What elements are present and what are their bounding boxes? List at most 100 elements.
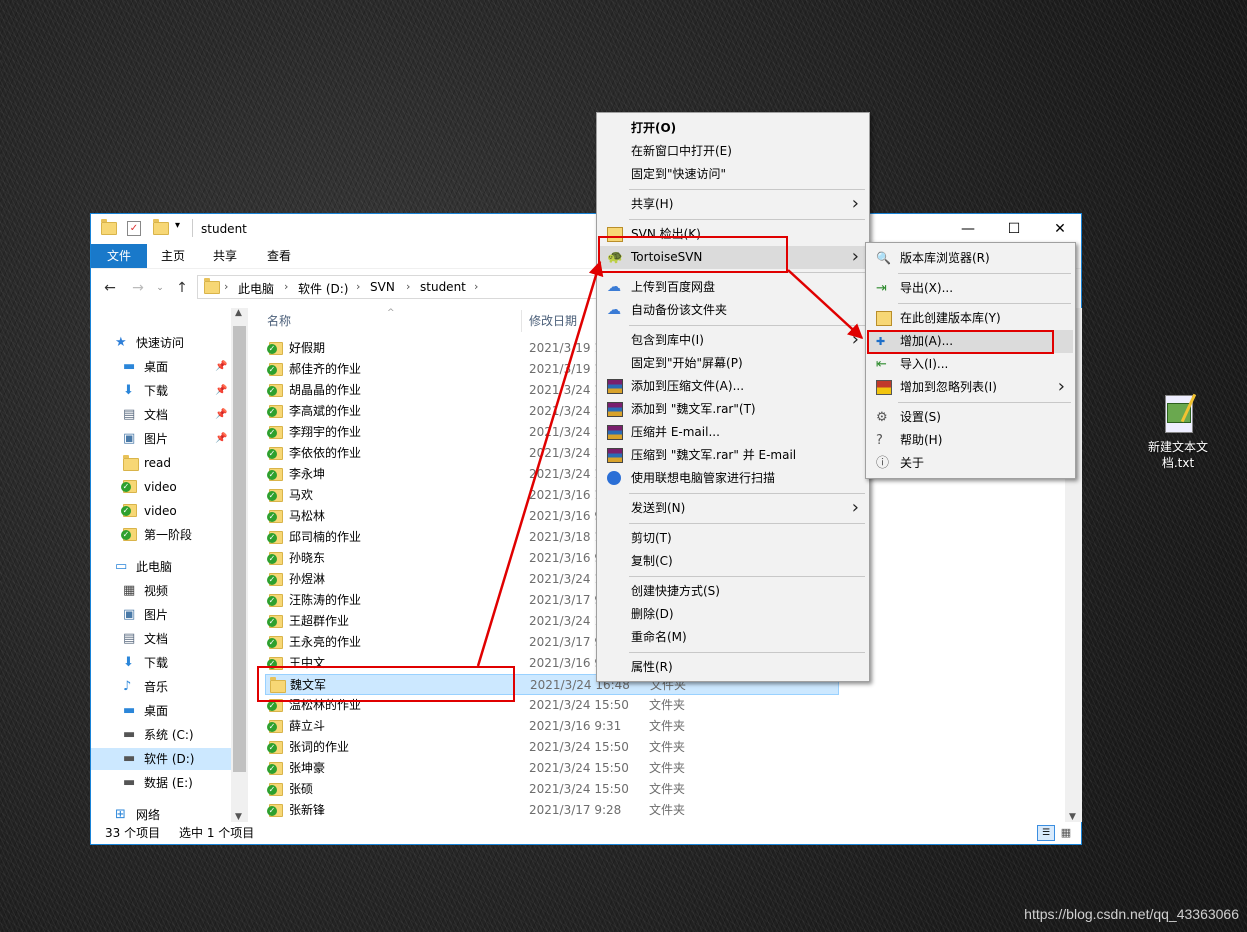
svn-folder-icon (267, 405, 283, 418)
menu-item[interactable]: 删除(D) (599, 603, 867, 626)
scroll-down-icon[interactable]: ▼ (1069, 812, 1076, 822)
menu-item[interactable]: 压缩到 "魏文军.rar" 并 E-mail (599, 444, 867, 467)
file-row[interactable]: 张词的作业 2021/3/24 15:50 文件夹 (265, 737, 839, 758)
menu-item[interactable]: SVN 检出(K)... (599, 223, 867, 246)
column-header-name[interactable]: 名称 (267, 310, 291, 332)
breadcrumb-svn[interactable]: SVN (370, 280, 395, 294)
nav-item[interactable]: ♪ 音乐 (91, 676, 231, 698)
nav-item[interactable]: ▦ 视频 (91, 580, 231, 602)
nav-item[interactable]: ▤ 文档 (91, 628, 231, 650)
nav-item[interactable]: read (91, 452, 231, 474)
scroll-up-icon[interactable]: ▲ (235, 308, 242, 318)
menu-item[interactable]: 打开(O) (599, 117, 867, 140)
nav-item[interactable]: video (91, 500, 231, 522)
menu-item[interactable]: ⓘ 关于 (868, 452, 1073, 475)
menu-item[interactable]: 共享(H) › (599, 193, 867, 216)
menu-item[interactable]: 发送到(N) › (599, 497, 867, 520)
menu-item[interactable]: 🔍 版本库浏览器(R) (868, 247, 1073, 270)
menu-item[interactable]: 属性(R) (599, 656, 867, 679)
menu-item[interactable]: 复制(C) (599, 550, 867, 573)
minimize-button[interactable]: — (945, 214, 991, 244)
nav-item[interactable]: ▤ 文档 📌 (91, 404, 231, 426)
nav-item[interactable]: ▬ 系统 (C:) (91, 724, 231, 746)
recent-dropdown-icon[interactable]: ⌄ (151, 278, 169, 298)
pin-icon[interactable]: 📌 (215, 428, 227, 450)
nav-item[interactable]: ▣ 图片 📌 (91, 428, 231, 450)
file-row[interactable]: 薛立斗 2021/3/16 9:31 文件夹 (265, 716, 839, 737)
nav-item[interactable]: video (91, 476, 231, 498)
file-row[interactable]: 温松林的作业 2021/3/24 15:50 文件夹 (265, 695, 839, 716)
file-row[interactable]: 张硕 2021/3/24 15:50 文件夹 (265, 779, 839, 800)
nav-item[interactable]: ▬ 软件 (D:) (91, 748, 231, 770)
menu-item[interactable]: 使用联想电脑管家进行扫描 (599, 467, 867, 490)
baidu-cloud-icon: ☁ (607, 279, 621, 295)
menu-item-label: 帮助(H) (900, 433, 943, 447)
properties-icon[interactable]: ✓ (127, 221, 141, 236)
menu-item[interactable]: 压缩并 E-mail... (599, 421, 867, 444)
nav-item[interactable]: 第一阶段 (91, 524, 231, 546)
nav-item[interactable]: ▣ 图片 (91, 604, 231, 626)
tab-share[interactable]: 共享 (203, 244, 247, 268)
menu-item[interactable]: ☁ 自动备份该文件夹 (599, 299, 867, 322)
menu-item-label: 上传到百度网盘 (631, 280, 716, 294)
menu-item[interactable]: ? 帮助(H) (868, 429, 1073, 452)
menu-item[interactable]: 剪切(T) (599, 527, 867, 550)
breadcrumb-separator-icon[interactable]: › (474, 280, 478, 293)
nav-item[interactable]: ▬ 桌面 📌 (91, 356, 231, 378)
menu-item[interactable]: 重命名(M) (599, 626, 867, 649)
up-icon[interactable]: ↑ (173, 278, 191, 298)
file-row[interactable]: 张新锋 2021/3/17 9:28 文件夹 (265, 800, 839, 821)
file-row[interactable]: 张坤豪 2021/3/24 15:50 文件夹 (265, 758, 839, 779)
column-header-date[interactable]: 修改日期 (529, 310, 577, 332)
nav-item[interactable]: ▭ 此电脑 (91, 556, 231, 578)
back-icon[interactable]: ← (101, 278, 119, 298)
menu-item[interactable]: ⇤ 导入(I)... (868, 353, 1073, 376)
nav-item[interactable]: ⬇ 下载 📌 (91, 380, 231, 402)
breadcrumb-drive[interactable]: 软件 (D:) (298, 280, 348, 297)
menu-item[interactable]: 🐢 TortoiseSVN › (599, 246, 867, 269)
scroll-down-icon[interactable]: ▼ (235, 812, 242, 822)
menu-item[interactable]: ⚙ 设置(S) (868, 406, 1073, 429)
nav-item[interactable]: ▬ 数据 (E:) (91, 772, 231, 794)
nav-item[interactable]: ▬ 桌面 (91, 700, 231, 722)
nav-scrollbar[interactable]: ▲ ▼ (231, 308, 248, 822)
menu-item[interactable]: ✚ 增加(A)... (868, 330, 1073, 353)
menu-item[interactable]: 添加到压缩文件(A)... (599, 375, 867, 398)
tab-view[interactable]: 查看 (257, 244, 301, 268)
breadcrumb-separator-icon[interactable]: › (284, 280, 288, 293)
menu-separator (629, 325, 865, 326)
pin-icon[interactable]: 📌 (215, 380, 227, 402)
menu-item[interactable]: 增加到忽略列表(I) › (868, 376, 1073, 399)
menu-item[interactable]: 在新窗口中打开(E) (599, 140, 867, 163)
new-folder-icon[interactable] (153, 219, 169, 238)
menu-item[interactable]: 创建快捷方式(S) (599, 580, 867, 603)
breadcrumb-separator-icon[interactable]: › (406, 280, 410, 293)
pin-icon[interactable]: 📌 (215, 404, 227, 426)
quick-access-dropdown-icon[interactable]: ▾ (175, 220, 180, 236)
menu-item[interactable]: ☁ 上传到百度网盘 (599, 276, 867, 299)
menu-item[interactable]: ⇥ 导出(X)... (868, 277, 1073, 300)
breadcrumb-separator-icon[interactable]: › (224, 280, 228, 293)
maximize-button[interactable]: ☐ (991, 214, 1037, 244)
large-icons-view-icon[interactable]: ▦ (1057, 825, 1075, 841)
column-divider[interactable] (521, 310, 522, 332)
menu-item[interactable]: 固定到"快速访问" (599, 163, 867, 186)
forward-icon[interactable]: → (129, 278, 147, 298)
breadcrumb-separator-icon[interactable]: › (356, 280, 360, 293)
tab-home[interactable]: 主页 (151, 244, 195, 268)
close-button[interactable]: ✕ (1037, 214, 1083, 244)
nav-item[interactable]: ⬇ 下载 (91, 652, 231, 674)
breadcrumb-student[interactable]: student (420, 280, 466, 294)
menu-item[interactable]: 固定到"开始"屏幕(P) (599, 352, 867, 375)
nav-scroll-thumb[interactable] (233, 326, 246, 772)
menu-item[interactable]: 添加到 "魏文军.rar"(T) (599, 398, 867, 421)
details-view-icon[interactable]: ☰ (1037, 825, 1055, 841)
desktop-file-icon[interactable]: 新建文本文档.txt (1142, 393, 1214, 471)
nav-item[interactable]: ★ 快速访问 (91, 332, 231, 354)
menu-separator (629, 493, 865, 494)
menu-item[interactable]: 在此创建版本库(Y) (868, 307, 1073, 330)
tab-file[interactable]: 文件 (91, 244, 147, 268)
breadcrumb-this-pc[interactable]: 此电脑 (238, 280, 274, 297)
pin-icon[interactable]: 📌 (215, 356, 227, 378)
menu-item[interactable]: 包含到库中(I) › (599, 329, 867, 352)
